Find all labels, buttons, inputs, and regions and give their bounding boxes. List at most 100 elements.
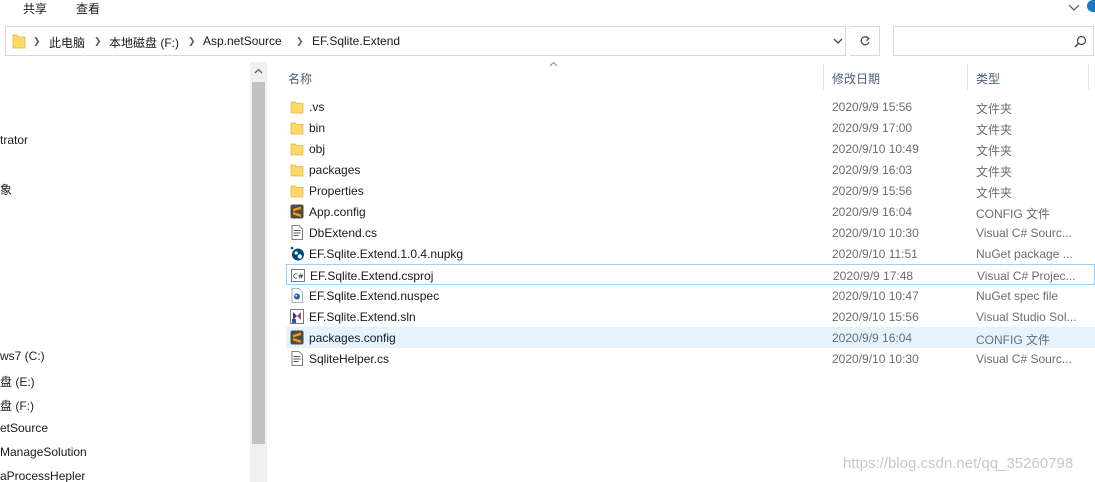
file-type: 文件夹 (976, 165, 1013, 179)
file-row[interactable]: C# EF.Sqlite.Extend.csproj 2020/9/9 17:48 V… (286, 264, 1095, 285)
scroll-up-icon[interactable] (254, 68, 263, 74)
breadcrumb-separator-icon[interactable]: ❯ (94, 36, 102, 47)
breadcrumb-this-pc[interactable]: 此电脑 (49, 34, 85, 51)
file-name[interactable]: .vs (309, 100, 324, 114)
file-date: 2020/9/10 15:56 (832, 310, 919, 324)
file-type: 文件夹 (976, 123, 1013, 137)
chevron-down-icon[interactable] (832, 35, 844, 47)
file-date: 2020/9/9 17:48 (833, 269, 914, 283)
file-date: 2020/9/9 15:56 (832, 100, 913, 114)
file-type: 文件夹 (976, 186, 1013, 200)
file-name[interactable]: SqliteHelper.cs (309, 352, 389, 366)
breadcrumb-aspnetsource[interactable]: Asp.netSource (203, 34, 282, 48)
search-icon[interactable] (1074, 35, 1087, 48)
nav-item-drive-f[interactable]: 盘 (F:) (0, 397, 34, 414)
nav-item-managesolution[interactable]: ManageSolution (0, 445, 87, 459)
breadcrumb-ef-sqlite-extend[interactable]: EF.Sqlite.Extend (312, 34, 400, 48)
file-date: 2020/9/9 16:04 (832, 331, 913, 345)
file-name[interactable]: Properties (309, 184, 364, 198)
watermark: https://blog.csdn.net/qq_35260798 (843, 455, 1074, 472)
file-date: 2020/9/9 17:00 (832, 121, 913, 135)
file-row[interactable]: bin 2020/9/9 17:00 文件夹 (286, 117, 1095, 138)
svg-text:C#: C# (293, 273, 304, 281)
file-name[interactable]: EF.Sqlite.Extend.sln (309, 310, 416, 324)
ribbon-bar: 共享 查看 (0, 0, 1095, 20)
file-type: CONFIG 文件 (976, 207, 1050, 221)
ribbon-tab-view[interactable]: 查看 (76, 0, 100, 17)
nuspec-icon (291, 288, 303, 303)
nav-item-drive-e[interactable]: 盘 (E:) (0, 373, 35, 390)
file-date: 2020/9/9 15:56 (832, 184, 913, 198)
file-row[interactable]: packages 2020/9/9 16:03 文件夹 (286, 159, 1095, 180)
folder-icon (290, 185, 304, 198)
nav-scrollbar[interactable] (250, 62, 267, 482)
file-name[interactable]: packages (309, 163, 360, 177)
file-date: 2020/9/9 16:03 (832, 163, 913, 177)
refresh-button[interactable] (850, 26, 880, 56)
address-bar[interactable]: ❯ 此电脑 ❯ 本地磁盘 (F:) ❯ Asp.netSource ❯ EF.S… (5, 26, 846, 56)
file-type: Visual Studio Sol... (976, 310, 1077, 324)
file-row[interactable]: Properties 2020/9/9 15:56 文件夹 (286, 180, 1095, 201)
file-row[interactable]: EF.Sqlite.Extend.1.0.4.nupkg 2020/9/10 11… (286, 243, 1095, 264)
file-name[interactable]: obj (309, 142, 325, 156)
ribbon-tab-share[interactable]: 共享 (23, 0, 47, 17)
file-date: 2020/9/10 11:51 (832, 247, 918, 261)
breadcrumb-drive-f[interactable]: 本地磁盘 (F:) (109, 34, 179, 51)
sublime-file-icon (290, 330, 304, 345)
file-type: NuGet spec file (976, 289, 1059, 303)
file-row[interactable]: packages.config 2020/9/9 16:04 CONFIG 文件 (286, 327, 1095, 348)
column-header: 名称 修改日期 类型 (282, 62, 1095, 92)
file-type: NuGet package ... (976, 247, 1073, 261)
breadcrumb-separator-icon[interactable]: ❯ (33, 36, 41, 47)
column-header-date[interactable]: 修改日期 (832, 70, 880, 87)
file-type: Visual C# Sourc... (976, 352, 1072, 366)
file-name[interactable]: EF.Sqlite.Extend.nuspec (309, 289, 439, 303)
nav-item-administrator[interactable]: trator (0, 133, 28, 147)
nuget-package-icon (290, 246, 304, 261)
nav-item-drive-c[interactable]: ws7 (C:) (0, 349, 45, 363)
file-name[interactable]: DbExtend.cs (309, 226, 377, 240)
file-row[interactable]: EF.Sqlite.Extend.nuspec 2020/9/10 10:47 Nu… (286, 285, 1095, 306)
scrollbar-thumb[interactable] (252, 82, 265, 444)
file-row[interactable]: EF.Sqlite.Extend.sln 2020/9/10 15:56 Visua… (286, 306, 1095, 327)
file-name[interactable]: packages.config (309, 331, 396, 345)
search-input[interactable] (898, 31, 1068, 51)
column-header-type[interactable]: 类型 (976, 70, 1000, 87)
breadcrumb-separator-icon[interactable]: ❯ (188, 36, 196, 47)
folder-icon (290, 101, 304, 114)
cs-file-icon (291, 225, 303, 240)
file-name[interactable]: App.config (309, 205, 366, 219)
nav-item-processhepler[interactable]: aProcessHepler (0, 469, 85, 482)
folder-icon (290, 122, 304, 135)
folder-icon (12, 34, 26, 49)
nav-item-desktop[interactable]: 象 (0, 181, 12, 198)
file-type: 文件夹 (976, 144, 1013, 158)
search-box[interactable] (893, 26, 1094, 56)
help-icon[interactable] (1087, 0, 1095, 12)
sublime-file-icon (290, 204, 304, 219)
breadcrumb-separator-icon[interactable]: ❯ (296, 36, 304, 47)
column-header-name[interactable]: 名称 (288, 70, 312, 87)
file-row[interactable]: obj 2020/9/10 10:49 文件夹 (286, 138, 1095, 159)
column-divider[interactable] (967, 64, 968, 90)
folder-icon (290, 164, 304, 177)
file-type: Visual C# Projec... (977, 269, 1076, 283)
nav-item-aspnetsource[interactable]: etSource (0, 421, 48, 435)
column-divider[interactable] (1088, 64, 1089, 90)
file-name[interactable]: EF.Sqlite.Extend.1.0.4.nupkg (309, 247, 463, 261)
column-divider[interactable] (823, 64, 824, 90)
file-type: CONFIG 文件 (976, 333, 1050, 347)
file-date: 2020/9/10 10:30 (832, 352, 919, 366)
chevron-down-icon[interactable] (1068, 2, 1080, 12)
file-name[interactable]: EF.Sqlite.Extend.csproj (310, 269, 433, 283)
cs-file-icon (291, 351, 303, 366)
file-row[interactable]: SqliteHelper.cs 2020/9/10 10:30 Visual C# … (286, 348, 1095, 369)
file-row[interactable]: .vs 2020/9/9 15:56 文件夹 (286, 96, 1095, 117)
file-date: 2020/9/10 10:30 (832, 226, 919, 240)
file-row[interactable]: DbExtend.cs 2020/9/10 10:30 Visual C# Sour… (286, 222, 1095, 243)
file-date: 2020/9/10 10:47 (832, 289, 919, 303)
file-type: 文件夹 (976, 102, 1013, 116)
file-type: Visual C# Sourc... (976, 226, 1072, 240)
file-row[interactable]: App.config 2020/9/9 16:04 CONFIG 文件 (286, 201, 1095, 222)
file-name[interactable]: bin (309, 121, 325, 135)
